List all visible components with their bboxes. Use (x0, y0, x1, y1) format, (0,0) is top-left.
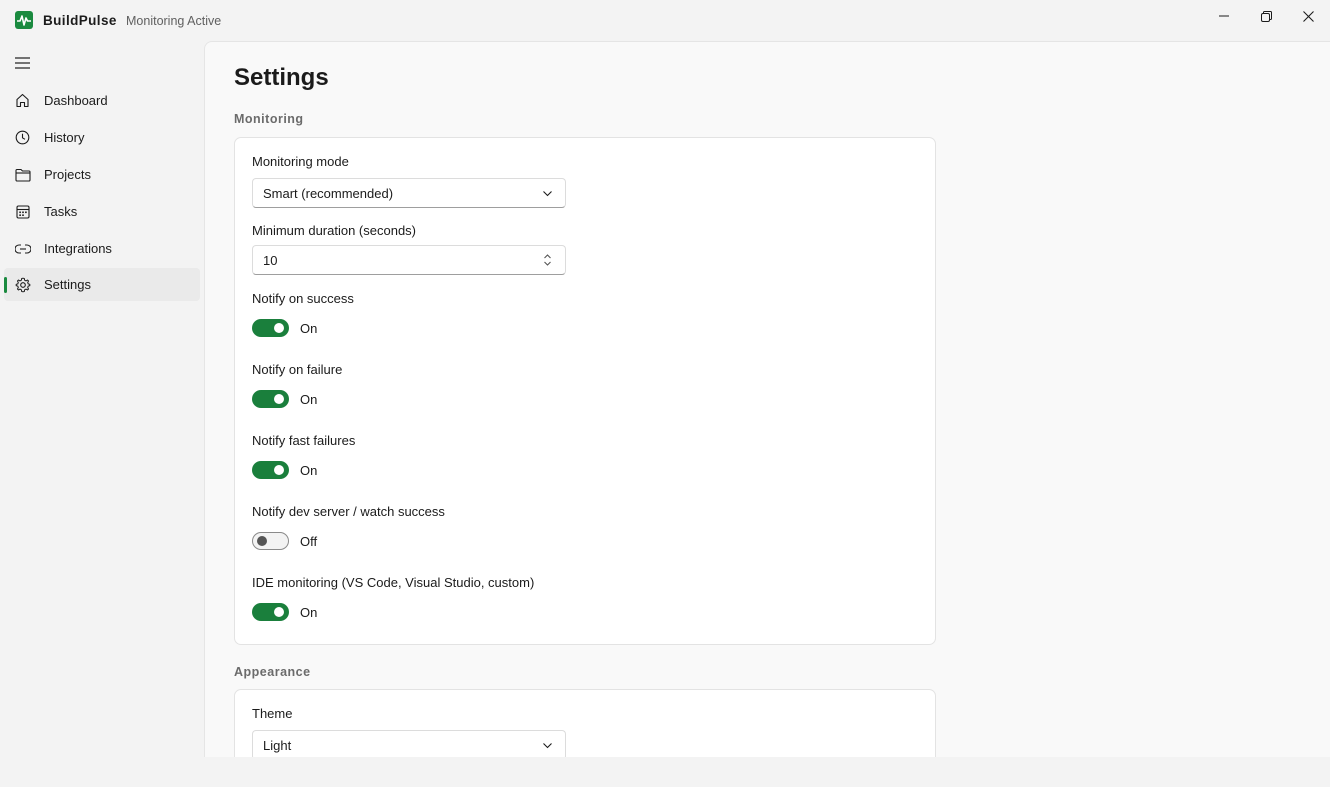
close-button[interactable] (1286, 0, 1330, 32)
restore-button[interactable] (1244, 0, 1288, 32)
sidebar-item-label: Settings (44, 277, 91, 292)
hamburger-menu-button[interactable] (10, 51, 34, 75)
title-bar: BuildPulse Monitoring Active (0, 0, 1330, 41)
gear-icon (14, 276, 31, 293)
hamburger-icon (14, 57, 30, 69)
ide-monitoring-toggle[interactable] (252, 603, 289, 621)
chevron-down-icon (543, 191, 552, 197)
notify-failure-state: On (300, 392, 318, 407)
toggle-knob (257, 536, 267, 546)
minimize-icon (1219, 15, 1229, 17)
notify-dev-server-label: Notify dev server / watch success (252, 504, 445, 519)
sidebar-item-integrations[interactable]: Integrations (4, 232, 200, 265)
appearance-card: Theme Light (234, 689, 936, 757)
notify-failure-label: Notify on failure (252, 362, 343, 377)
sidebar-item-tasks[interactable]: Tasks (4, 195, 200, 228)
notify-success-label: Notify on success (252, 291, 354, 306)
sidebar-item-label: Integrations (44, 241, 112, 256)
folder-icon (14, 166, 31, 183)
calendar-icon (14, 203, 31, 220)
minimum-duration-stepper[interactable]: 10 (252, 245, 566, 275)
monitoring-mode-label: Monitoring mode (252, 154, 349, 169)
pulse-logo-icon (15, 11, 33, 29)
active-indicator (4, 277, 7, 293)
ide-monitoring-state: On (300, 605, 318, 620)
theme-select[interactable]: Light (252, 730, 566, 757)
toggle-knob (274, 323, 284, 333)
close-icon (1302, 10, 1314, 22)
minimize-button[interactable] (1202, 0, 1246, 32)
sidebar: Dashboard History Projects Tasks Integra… (0, 41, 204, 787)
app-name: BuildPulse (43, 13, 117, 28)
monitoring-card: Monitoring mode Smart (recommended) Mini… (234, 137, 936, 645)
section-header-appearance: Appearance (234, 665, 311, 679)
notify-failure-toggle[interactable] (252, 390, 289, 408)
theme-label: Theme (252, 706, 293, 721)
sidebar-item-label: Dashboard (44, 93, 108, 108)
section-header-monitoring: Monitoring (234, 112, 304, 126)
home-icon (14, 92, 31, 109)
notify-fast-failures-label: Notify fast failures (252, 433, 356, 448)
settings-page: Settings Monitoring Monitoring mode Smar… (204, 41, 1330, 757)
notify-fast-failures-toggle[interactable] (252, 461, 289, 479)
minimum-duration-label: Minimum duration (seconds) (252, 223, 417, 238)
sidebar-item-history[interactable]: History (4, 121, 200, 154)
ide-monitoring-label: IDE monitoring (VS Code, Visual Studio, … (252, 575, 535, 590)
notify-dev-server-state: Off (300, 534, 318, 549)
sidebar-item-label: History (44, 130, 85, 145)
clock-icon (14, 129, 31, 146)
restore-icon (1260, 10, 1272, 22)
sidebar-item-settings[interactable]: Settings (4, 268, 200, 301)
notify-dev-server-toggle[interactable] (252, 532, 289, 550)
sidebar-item-dashboard[interactable]: Dashboard (4, 84, 200, 117)
sidebar-item-label: Tasks (44, 204, 78, 219)
page-title: Settings (234, 64, 329, 91)
monitoring-mode-select[interactable]: Smart (recommended) (252, 178, 566, 208)
spin-updown-icon[interactable] (542, 253, 553, 267)
toggle-knob (274, 607, 284, 617)
monitoring-mode-value: Smart (recommended) (263, 186, 394, 201)
monitoring-status: Monitoring Active (126, 14, 222, 28)
sidebar-item-label: Projects (44, 167, 91, 182)
notify-fast-failures-state: On (300, 463, 318, 478)
chevron-down-icon (543, 743, 552, 749)
theme-value: Light (263, 738, 292, 753)
link-icon (14, 240, 31, 257)
minimum-duration-value: 10 (263, 253, 278, 268)
toggle-knob (274, 465, 284, 475)
notify-success-state: On (300, 321, 318, 336)
toggle-knob (274, 394, 284, 404)
sidebar-item-projects[interactable]: Projects (4, 158, 200, 191)
notify-success-toggle[interactable] (252, 319, 289, 337)
